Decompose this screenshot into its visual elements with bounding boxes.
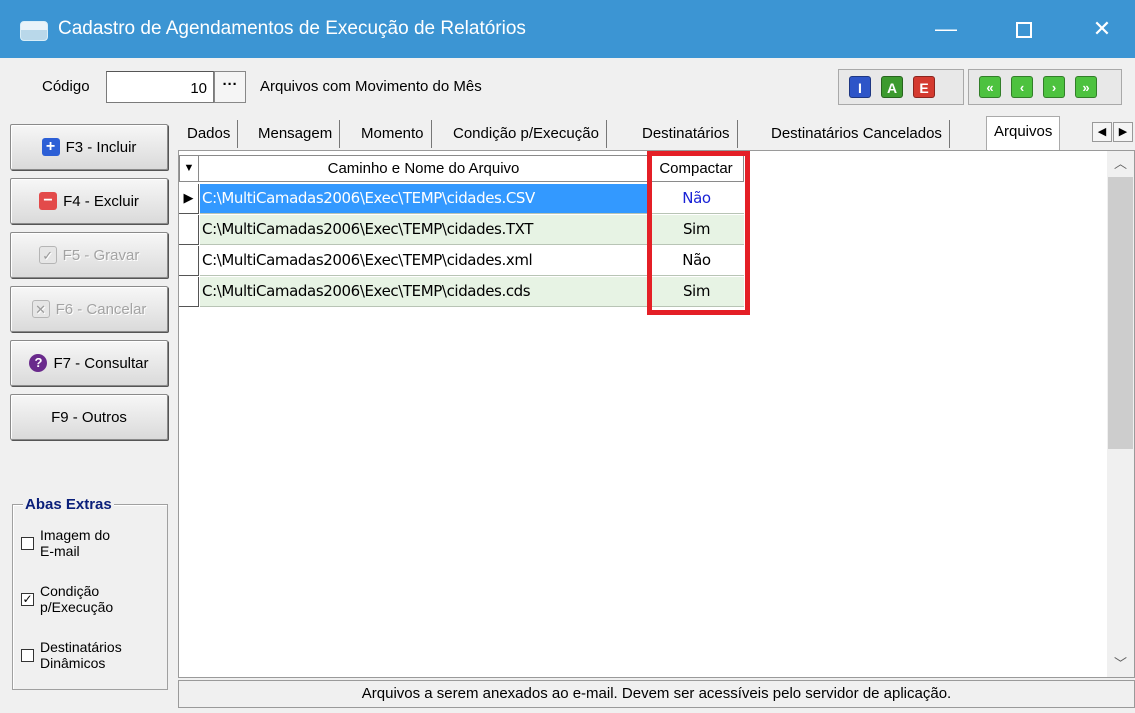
gravar-label: F5 - Gravar bbox=[62, 246, 140, 264]
tab-scroll-right-icon[interactable]: ▶ bbox=[1113, 122, 1133, 142]
title-bar: Cadastro de Agendamentos de Execução de … bbox=[0, 0, 1135, 58]
destinatarios-dinamicos-checkbox[interactable] bbox=[21, 648, 34, 662]
imagem-email-checkbox[interactable] bbox=[21, 536, 34, 550]
path-cell[interactable]: C:\MultiCamadas2006\Exec\TEMP\cidades.TX… bbox=[200, 215, 648, 245]
destinatarios-dinamicos-option[interactable]: Destinatários Dinâmicos bbox=[21, 639, 122, 671]
next-record-button[interactable]: › bbox=[1043, 76, 1065, 98]
tab-destinatarios[interactable]: Destinatários bbox=[635, 120, 738, 148]
codigo-label: Código bbox=[42, 78, 90, 95]
vertical-scrollbar[interactable]: ︿ ﹀ bbox=[1107, 151, 1134, 677]
record-description: Arquivos com Movimento do Mês bbox=[260, 78, 482, 95]
files-grid: ▼ Caminho e Nome do Arquivo Compactar ▶ … bbox=[178, 150, 1135, 678]
window-title: Cadastro de Agendamentos de Execução de … bbox=[58, 18, 526, 39]
scroll-up-icon[interactable]: ︿ bbox=[1107, 151, 1134, 177]
maximize-button[interactable] bbox=[994, 0, 1054, 58]
compactar-cell[interactable]: Sim bbox=[649, 277, 744, 307]
outros-button[interactable]: F9 - Outros bbox=[10, 394, 168, 440]
excluir-label: F4 - Excluir bbox=[63, 192, 139, 210]
imagem-email-label: Imagem do E-mail bbox=[40, 527, 111, 559]
column-header-path[interactable]: Caminho e Nome do Arquivo bbox=[199, 155, 649, 182]
imagem-email-option[interactable]: Imagem do E-mail bbox=[21, 527, 110, 559]
path-cell[interactable]: C:\MultiCamadas2006\Exec\TEMP\cidades.xm… bbox=[200, 246, 648, 276]
outros-label: F9 - Outros bbox=[51, 408, 127, 426]
condicao-execucao-label: Condição p/Execução bbox=[40, 583, 114, 615]
condicao-execucao-option[interactable]: ✓ Condição p/Execução bbox=[21, 583, 113, 615]
help-icon: ? bbox=[29, 354, 48, 372]
consultar-button[interactable]: ? F7 - Consultar bbox=[10, 340, 168, 386]
first-record-button[interactable]: « bbox=[979, 76, 1001, 98]
path-cell[interactable]: C:\MultiCamadas2006\Exec\TEMP\cidades.cd… bbox=[200, 277, 648, 307]
app-window-icon bbox=[20, 21, 48, 41]
cancelar-button[interactable]: ✕ F6 - Cancelar bbox=[10, 286, 168, 332]
minus-icon: − bbox=[39, 192, 58, 210]
incluir-label: F3 - Incluir bbox=[65, 138, 137, 156]
compactar-cell[interactable]: Não bbox=[649, 246, 744, 276]
alter-mode-button[interactable]: A bbox=[881, 76, 903, 98]
tab-condicao-execucao[interactable]: Condição p/Execução bbox=[446, 120, 607, 148]
tab-destinatarios-cancelados[interactable]: Destinatários Cancelados bbox=[764, 120, 950, 148]
row-indicator bbox=[179, 277, 199, 307]
close-button[interactable]: ✕ bbox=[1072, 0, 1132, 58]
abas-extras-title: Abas Extras bbox=[23, 496, 114, 513]
mode-buttons: I A E bbox=[838, 69, 964, 105]
tab-scroll-left-icon[interactable]: ◀ bbox=[1092, 122, 1112, 142]
codigo-input[interactable]: 10 bbox=[106, 71, 214, 103]
scroll-down-icon[interactable]: ﹀ bbox=[1107, 651, 1134, 677]
compactar-cell[interactable]: Sim bbox=[649, 215, 744, 245]
tab-dados[interactable]: Dados bbox=[180, 120, 239, 148]
gravar-button[interactable]: ✓ F5 - Gravar bbox=[10, 232, 168, 278]
minimize-button[interactable]: — bbox=[916, 0, 976, 58]
tab-strip: Dados Mensagem Momento Condição p/Execuç… bbox=[178, 116, 1135, 150]
lookup-button[interactable]: ··· bbox=[214, 71, 246, 103]
tab-momento[interactable]: Momento bbox=[354, 120, 432, 148]
last-record-button[interactable]: » bbox=[1075, 76, 1097, 98]
record-navigation: « ‹ › » bbox=[968, 69, 1122, 105]
row-indicator bbox=[179, 215, 199, 245]
status-bar: Arquivos a serem anexados ao e-mail. Dev… bbox=[178, 680, 1135, 708]
tab-mensagem[interactable]: Mensagem bbox=[251, 120, 341, 148]
path-cell[interactable]: C:\MultiCamadas2006\Exec\TEMP\cidades.CS… bbox=[200, 184, 648, 214]
scrollbar-thumb[interactable] bbox=[1108, 177, 1133, 449]
row-indicator bbox=[179, 246, 199, 276]
current-row-indicator-icon: ▶ bbox=[179, 184, 199, 214]
previous-record-button[interactable]: ‹ bbox=[1011, 76, 1033, 98]
cancelar-label: F6 - Cancelar bbox=[55, 300, 147, 318]
excluir-button[interactable]: − F4 - Excluir bbox=[10, 178, 168, 224]
incluir-button[interactable]: + F3 - Incluir bbox=[10, 124, 168, 170]
column-header-compactar[interactable]: Compactar bbox=[649, 155, 744, 182]
codigo-value: 10 bbox=[190, 80, 207, 97]
condicao-execucao-checkbox[interactable]: ✓ bbox=[21, 592, 34, 606]
consultar-label: F7 - Consultar bbox=[53, 354, 149, 372]
plus-icon: + bbox=[41, 138, 60, 156]
check-icon: ✓ bbox=[38, 246, 57, 264]
column-menu-icon[interactable]: ▼ bbox=[179, 155, 199, 182]
record-header: Código 10 ··· Arquivos com Movimento do … bbox=[0, 58, 1135, 116]
command-panel: + F3 - Incluir − F4 - Excluir ✓ F5 - Gra… bbox=[0, 116, 178, 713]
abas-extras-group: Abas Extras Imagem do E-mail ✓ Condição … bbox=[12, 496, 168, 690]
tab-arquivos[interactable]: Arquivos bbox=[986, 116, 1061, 150]
x-icon: ✕ bbox=[31, 300, 50, 318]
exclude-mode-button[interactable]: E bbox=[913, 76, 935, 98]
insert-mode-button[interactable]: I bbox=[849, 76, 871, 98]
compactar-cell[interactable]: Não bbox=[649, 184, 744, 214]
destinatarios-dinamicos-label: Destinatários Dinâmicos bbox=[40, 639, 122, 671]
maximize-icon bbox=[1016, 22, 1032, 39]
